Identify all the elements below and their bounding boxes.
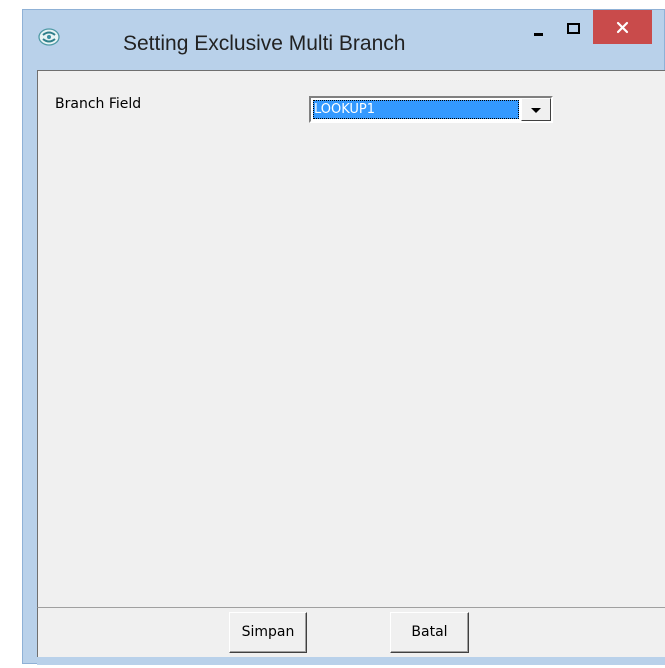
title-bar[interactable]: Setting Exclusive Multi Branch [23, 10, 664, 70]
form-client-area: Branch Field LOOKUP1 [37, 70, 665, 607]
maximize-icon [567, 23, 580, 34]
dropdown-button[interactable] [521, 98, 551, 121]
save-button[interactable]: Simpan [229, 612, 307, 653]
branch-field-label: Branch Field [55, 96, 142, 112]
button-panel: Simpan Batal [37, 607, 665, 657]
dialog-window: Setting Exclusive Multi Branch Branch Fi… [22, 9, 665, 665]
window-bottom-border [37, 657, 665, 665]
close-button[interactable] [593, 10, 652, 44]
app-logo-icon [38, 28, 60, 46]
close-icon [616, 21, 629, 34]
cancel-button[interactable]: Batal [390, 612, 469, 653]
branch-field-dropdown[interactable]: LOOKUP1 [309, 96, 553, 123]
branch-field-selected-value[interactable]: LOOKUP1 [313, 100, 519, 119]
chevron-down-icon [531, 108, 541, 113]
maximize-button[interactable] [557, 10, 591, 44]
window-title: Setting Exclusive Multi Branch [123, 32, 406, 55]
minimize-icon [534, 33, 543, 36]
minimize-button[interactable] [521, 10, 555, 44]
